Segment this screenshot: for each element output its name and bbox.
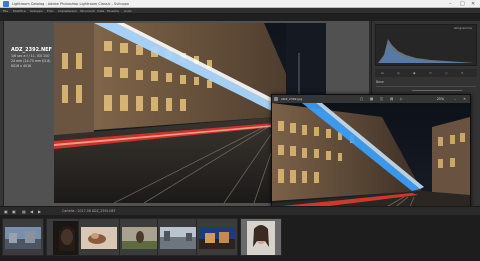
panel-basic-title[interactable]: Base [376, 80, 384, 84]
filmstrip-cell[interactable] [119, 218, 161, 256]
histogram[interactable]: Istogramma [375, 24, 477, 66]
radial-filter-icon[interactable]: ○ [445, 71, 448, 75]
thumbnail-6[interactable] [199, 227, 235, 249]
filmstrip-cell[interactable] [196, 218, 238, 256]
module-picker: Libreria Sviluppo Mappa Libro Presentazi… [295, 14, 462, 30]
filmstrip-cell-selected[interactable] [240, 218, 282, 256]
minimize-icon[interactable]: – [454, 95, 456, 103]
lightroom-app-icon [3, 1, 9, 7]
thumbnail-7[interactable] [247, 221, 275, 255]
filmstrip-cell[interactable] [157, 218, 199, 256]
thumbnail-1[interactable] [5, 227, 41, 249]
title-bar: Lightroom Catalog - Adobe Photoshop Ligh… [0, 0, 480, 8]
secondary-window-toolbar: ADZ_2392.jpg ▢ ▦ ◫ ▤ ▷ 25% – ✕ [272, 95, 470, 103]
loupe-icon[interactable]: ▢ [360, 95, 363, 103]
filmstrip-cell[interactable] [78, 218, 120, 256]
spot-removal-icon[interactable]: ◎ [397, 71, 400, 75]
close-button[interactable]: ✕ [471, 0, 475, 8]
zoom-level[interactable]: 25% [437, 95, 444, 103]
photo-filename: ADZ_2392.NEF [11, 47, 52, 53]
window-title: Lightroom Catalog - Adobe Photoshop Ligh… [12, 2, 130, 6]
tool-strip[interactable]: ⊡ ◎ ◉ ▭ ○ ✎ [375, 69, 477, 77]
filmstrip-toolbar: ▣ ▣ ▦ ◀ ▶ Cartella : 2017-08 ADZ_2392.NE… [0, 206, 480, 215]
slider-temp[interactable] [412, 90, 462, 91]
histogram-graph [378, 39, 474, 63]
thumbnail-5[interactable] [160, 227, 196, 249]
window-icon [274, 97, 278, 101]
photo-dimensions: 6016 x 4016 [11, 64, 32, 68]
photo-info-overlay: ADZ_2392.NEF 1/6 sec a f / 11, ISO 200 2… [11, 47, 52, 69]
thumbnail-2[interactable] [53, 221, 81, 255]
slideshow-icon[interactable]: ▷ [400, 95, 403, 103]
histogram-label: Istogramma [453, 26, 472, 30]
minimize-button[interactable]: – [449, 0, 452, 8]
divider [376, 86, 476, 87]
secondary-window-title: ADZ_2392.jpg [281, 97, 303, 101]
close-icon[interactable]: ✕ [463, 95, 466, 103]
thumbnail-3[interactable] [81, 227, 117, 249]
brush-icon[interactable]: ✎ [461, 71, 464, 75]
graduated-filter-icon[interactable]: ▭ [429, 71, 432, 75]
crop-icon[interactable]: ⊡ [381, 71, 384, 75]
maximize-button[interactable]: □ [460, 0, 465, 8]
compare-icon[interactable]: ◫ [380, 95, 383, 103]
survey-icon[interactable]: ▤ [390, 95, 393, 103]
grid-icon[interactable]: ▦ [370, 95, 373, 103]
filmstrip-cell[interactable] [2, 218, 44, 256]
thumbnail-4[interactable] [122, 227, 158, 249]
red-eye-icon[interactable]: ◉ [413, 71, 416, 75]
filmstrip[interactable] [0, 215, 480, 261]
